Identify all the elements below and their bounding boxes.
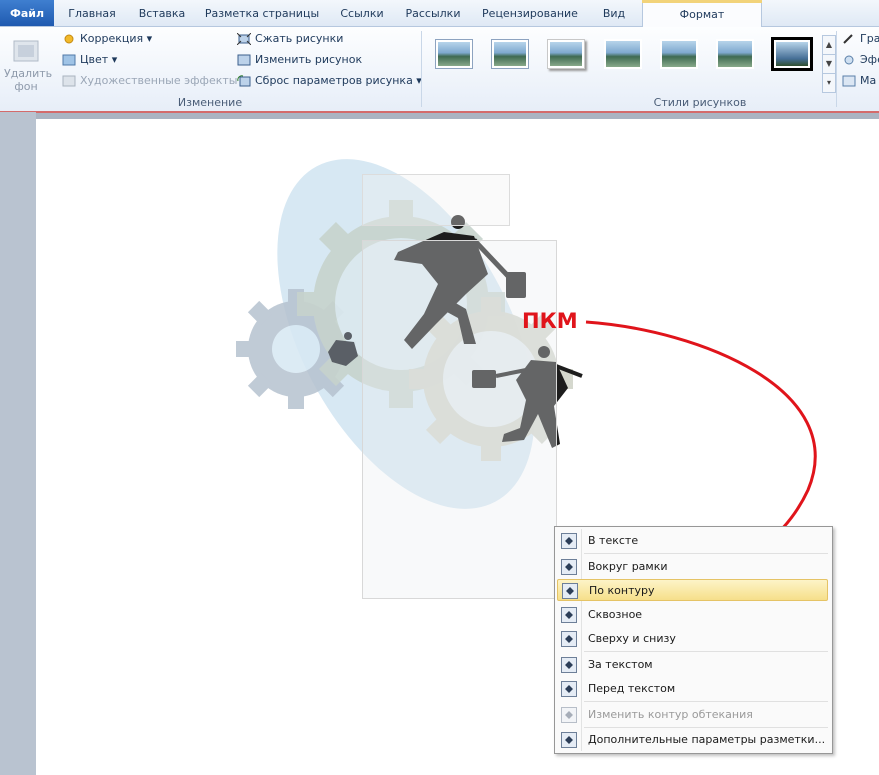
group-separator-2	[836, 31, 837, 107]
tab-format[interactable]: Формат	[642, 0, 762, 27]
color-label: Цвет	[80, 53, 109, 66]
edit-wrap-points-icon	[561, 707, 577, 723]
color-icon	[62, 54, 76, 66]
styles-more-button[interactable]: ▾	[822, 73, 836, 93]
tab-file[interactable]: Файл	[0, 0, 54, 26]
menu-item-label: Вокруг рамки	[588, 560, 668, 573]
more-layout-icon	[561, 732, 577, 748]
wrap-tight-icon	[562, 583, 578, 599]
in-front-text-icon	[561, 681, 577, 697]
picture-style-7[interactable]	[771, 37, 813, 71]
reset-picture-icon	[237, 75, 251, 87]
remove-background-button[interactable]: Удалить фон	[4, 31, 53, 93]
menu-item-label: В тексте	[588, 534, 639, 547]
change-picture-button[interactable]: Изменить рисунок	[237, 51, 362, 69]
wrap-topbottom-icon	[561, 631, 577, 647]
menu-item-square[interactable]: Вокруг рамки	[557, 556, 828, 578]
artistic-effects-label: Художественные эффекты	[80, 74, 238, 87]
menu-item-tight[interactable]: По контуру	[557, 579, 828, 601]
menu-separator	[584, 701, 828, 702]
border-icon	[842, 33, 856, 45]
change-picture-label: Изменить рисунок	[255, 53, 363, 66]
art-effects-icon	[62, 75, 76, 87]
picture-border-button[interactable]: Гра	[842, 30, 879, 48]
ribbon: Удалить фон Коррекция ▾ Цвет ▾ Художеств…	[0, 27, 879, 112]
artistic-effects-button[interactable]: Художественные эффекты ▾	[62, 72, 246, 90]
layout-icon	[842, 75, 856, 87]
menu-separator	[584, 553, 828, 554]
menu-item-in-front-of-text[interactable]: Перед текстом	[557, 678, 828, 700]
menu-item-more-layout-options[interactable]: Дополнительные параметры разметки...	[557, 729, 828, 751]
correction-button[interactable]: Коррекция ▾	[62, 30, 152, 48]
sun-icon	[62, 33, 76, 45]
picture-border-label: Гра	[860, 32, 879, 45]
wrap-square-icon	[561, 559, 577, 575]
picture-style-5[interactable]	[660, 39, 698, 69]
styles-scroll-up-button[interactable]: ▲	[822, 35, 836, 55]
menu-item-label: По контуру	[589, 584, 655, 597]
annotation-label: ПКМ	[522, 309, 578, 333]
menu-item-label: За текстом	[588, 658, 653, 671]
color-button[interactable]: Цвет ▾	[62, 51, 117, 69]
picture-layout-button[interactable]: Ма	[842, 72, 876, 90]
picture-style-3[interactable]	[547, 39, 585, 69]
styles-scroll-down-button[interactable]: ▼	[822, 54, 836, 74]
picture-selection-frame[interactable]	[362, 240, 557, 599]
effects-icon	[842, 54, 856, 66]
group-label-change: Изменение	[177, 96, 243, 109]
picture-style-4[interactable]	[604, 39, 642, 69]
tab-insert[interactable]: Вставка	[132, 0, 192, 26]
menu-item-label: Дополнительные параметры разметки...	[588, 733, 826, 746]
menu-item-label: Сверху и снизу	[588, 632, 676, 645]
reset-picture-label: Сброс параметров рисунка	[255, 74, 413, 87]
tab-review[interactable]: Рецензирование	[478, 0, 582, 26]
menu-item-top-bottom[interactable]: Сверху и снизу	[557, 628, 828, 650]
menu-item-label: Перед текстом	[588, 682, 676, 695]
menu-item-inline[interactable]: В тексте	[557, 530, 828, 552]
remove-background-icon	[13, 40, 39, 62]
picture-style-6[interactable]	[716, 39, 754, 69]
menu-item-label: Сквозное	[588, 608, 643, 621]
ribbon-bottom-accent	[0, 111, 879, 113]
tab-home[interactable]: Главная	[62, 0, 122, 26]
remove-background-label-2: фон	[14, 80, 38, 93]
picture-style-2[interactable]	[491, 39, 529, 69]
ribbon-tab-bar: Файл Главная Вставка Разметка страницы С…	[0, 0, 879, 27]
wrap-text-context-menu: В тексте Вокруг рамки По контуру Сквозно…	[554, 526, 833, 754]
picture-effects-button[interactable]: Эфе	[842, 51, 879, 69]
wrap-inline-icon	[561, 533, 577, 549]
compress-pictures-button[interactable]: Сжать рисунки	[236, 30, 344, 48]
tab-references[interactable]: Ссылки	[334, 0, 390, 26]
menu-item-behind-text[interactable]: За текстом	[557, 654, 828, 676]
wrap-through-icon	[561, 607, 577, 623]
menu-item-through[interactable]: Сквозное	[557, 604, 828, 626]
wrap-frame-top	[362, 174, 510, 226]
tab-view[interactable]: Вид	[594, 0, 634, 26]
tab-mailings[interactable]: Рассылки	[400, 0, 466, 26]
picture-style-1[interactable]	[435, 39, 473, 69]
correction-label: Коррекция	[80, 32, 144, 45]
compress-icon	[236, 32, 252, 46]
tab-page-layout[interactable]: Разметка страницы	[203, 0, 321, 26]
picture-effects-label: Эфе	[860, 53, 879, 66]
compress-label: Сжать рисунки	[255, 32, 344, 45]
reset-picture-button[interactable]: Сброс параметров рисунка ▾	[237, 72, 422, 90]
picture-layout-label: Ма	[860, 74, 877, 87]
change-picture-icon	[237, 54, 251, 66]
behind-text-icon	[561, 657, 577, 673]
document-left-margin	[0, 112, 36, 775]
group-separator	[421, 31, 422, 107]
group-label-styles: Стили рисунков	[653, 96, 747, 109]
remove-background-label-1: Удалить	[4, 67, 53, 80]
menu-item-edit-wrap-points[interactable]: Изменить контур обтекания	[557, 704, 828, 726]
menu-separator	[584, 651, 828, 652]
menu-item-label: Изменить контур обтекания	[588, 708, 753, 721]
menu-separator	[584, 727, 828, 728]
